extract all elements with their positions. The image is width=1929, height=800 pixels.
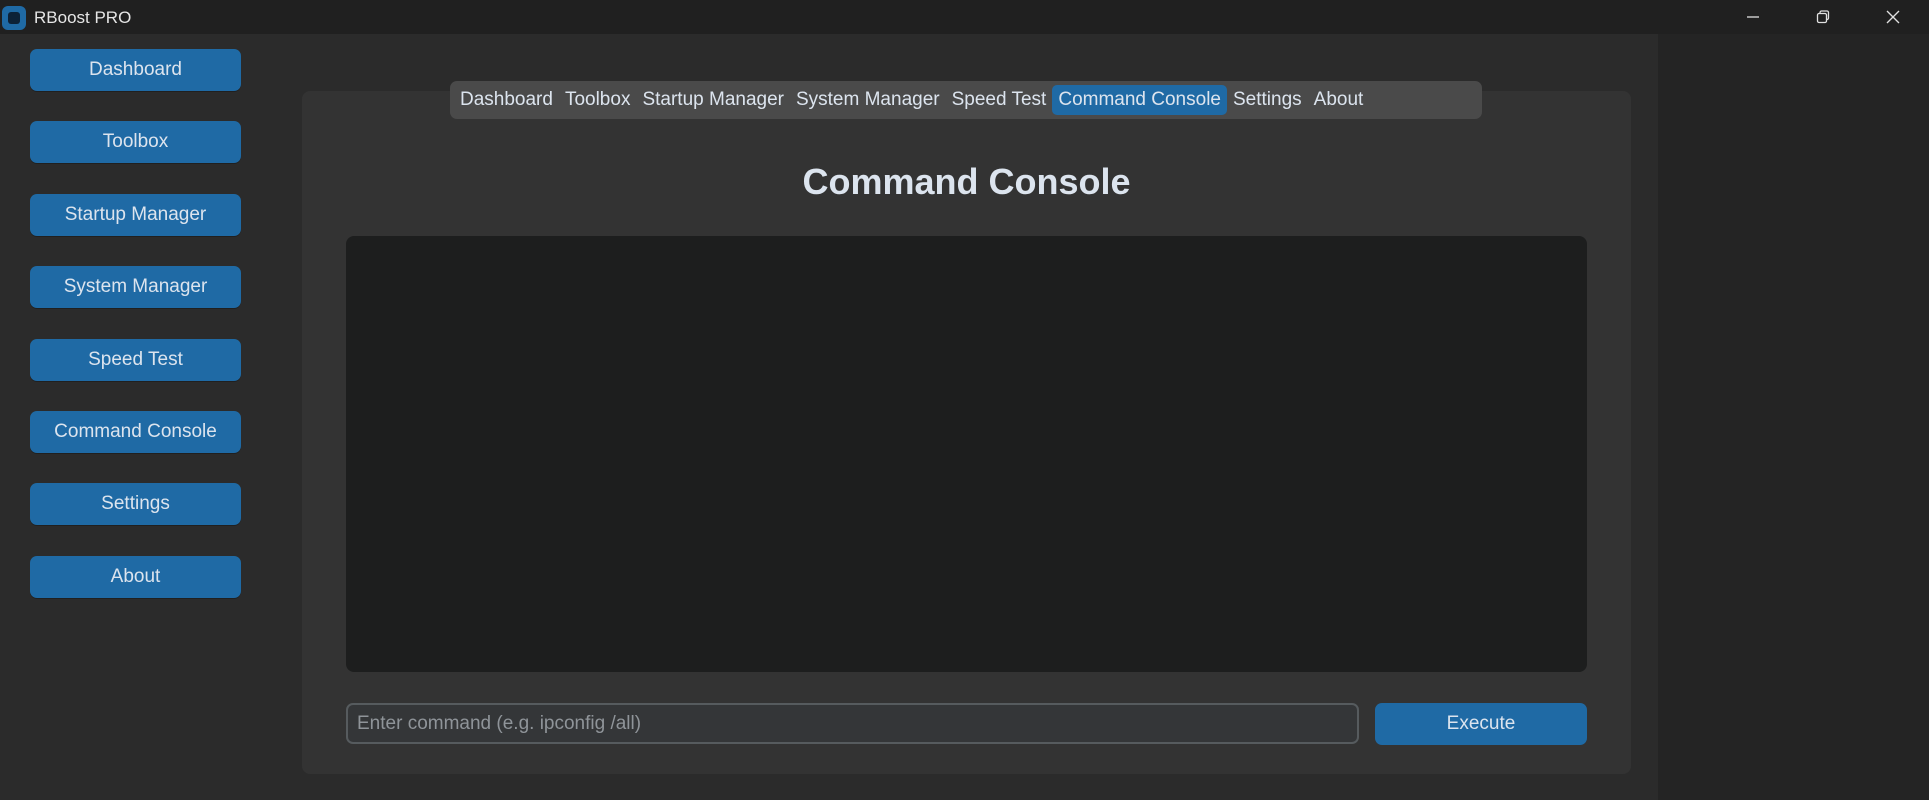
sidebar-item-settings[interactable]: Settings [30, 483, 241, 525]
title-bar: RBoost PRO [0, 0, 1929, 34]
sidebar-item-startup-manager[interactable]: Startup Manager [30, 194, 241, 236]
sidebar-item-about[interactable]: About [30, 556, 241, 598]
tab-about[interactable]: About [1308, 85, 1370, 115]
minimize-icon [1747, 16, 1759, 18]
minimize-button[interactable] [1718, 0, 1788, 34]
console-output[interactable] [346, 236, 1587, 672]
restore-button[interactable] [1788, 0, 1858, 34]
sidebar-item-speed-test[interactable]: Speed Test [30, 339, 241, 381]
tab-toolbox[interactable]: Toolbox [559, 85, 637, 115]
app-logo-icon [2, 6, 26, 30]
tab-command-console[interactable]: Command Console [1052, 85, 1227, 115]
close-button[interactable] [1858, 0, 1928, 34]
page-title: Command Console [802, 161, 1131, 202]
right-empty-area [1658, 34, 1929, 800]
tab-settings[interactable]: Settings [1227, 85, 1308, 115]
tab-speed-test[interactable]: Speed Test [946, 85, 1053, 115]
restore-icon [1816, 10, 1830, 24]
close-icon [1886, 10, 1900, 24]
sidebar-item-dashboard[interactable]: Dashboard [30, 49, 241, 91]
sidebar-item-command-console[interactable]: Command Console [30, 411, 241, 453]
tab-dashboard[interactable]: Dashboard [454, 85, 559, 115]
sidebar-item-system-manager[interactable]: System Manager [30, 266, 241, 308]
command-input[interactable] [346, 703, 1359, 744]
tab-startup-manager[interactable]: Startup Manager [636, 85, 790, 115]
sidebar-item-toolbox[interactable]: Toolbox [30, 121, 241, 163]
tab-system-manager[interactable]: System Manager [790, 85, 946, 115]
execute-button[interactable]: Execute [1375, 703, 1587, 745]
tab-bar: Dashboard Toolbox Startup Manager System… [450, 81, 1482, 119]
app-title: RBoost PRO [34, 8, 132, 27]
